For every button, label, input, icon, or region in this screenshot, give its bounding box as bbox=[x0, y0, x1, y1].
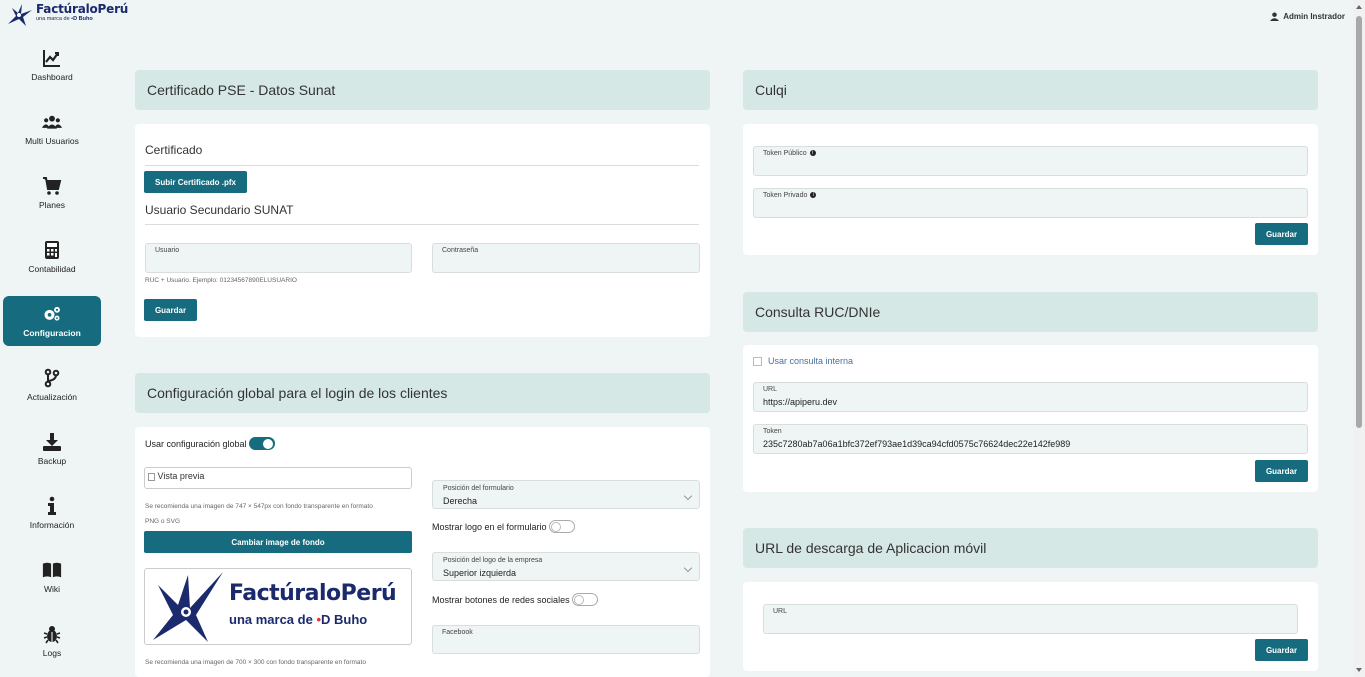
top-bar: FactúraloPerú una marca de •D Buho Admin… bbox=[0, 0, 1353, 38]
private-token-field[interactable]: Token Privado i bbox=[753, 188, 1308, 218]
background-hint: Se recomienda una imagen de 747 × 547px … bbox=[145, 503, 373, 510]
download-icon bbox=[43, 433, 61, 451]
culqi-panel-title: Culqi bbox=[743, 70, 1318, 110]
usuario-secundario-title: Usuario Secundario SUNAT bbox=[145, 203, 294, 217]
consulta-url-field[interactable]: URL https://apiperu.dev bbox=[753, 382, 1308, 412]
usuario-hint: RUC + Usuario. Ejemplo: 01234567890ELUSU… bbox=[145, 277, 297, 284]
mobile-url-field[interactable]: URL bbox=[763, 604, 1298, 634]
hummingbird-logo-icon bbox=[153, 572, 223, 642]
usuario-field[interactable]: Usuario bbox=[145, 243, 412, 273]
chevron-down-icon bbox=[683, 563, 693, 573]
chevron-down-icon bbox=[683, 491, 693, 501]
mobile-save-button[interactable]: Guardar bbox=[1255, 639, 1308, 661]
sidebar-item-actualizacion[interactable]: Actualización bbox=[3, 360, 101, 410]
sidebar-item-multi-usuarios[interactable]: Multi Usuarios bbox=[3, 104, 101, 154]
certificado-section-title: Certificado bbox=[145, 143, 203, 157]
scroll-up-arrow-icon[interactable] bbox=[1356, 5, 1362, 9]
sidebar-item-backup[interactable]: Backup bbox=[3, 424, 101, 474]
sidebar-item-informacion[interactable]: Información bbox=[3, 488, 101, 538]
contrasena-field[interactable]: Contraseña bbox=[432, 243, 700, 273]
logo-tagline: una marca de •D Buho bbox=[229, 612, 368, 627]
show-social-row: Mostrar botones de redes sociales bbox=[432, 593, 598, 606]
use-global-row: Usar configuración global bbox=[145, 437, 275, 450]
use-global-toggle[interactable] bbox=[248, 437, 275, 450]
facebook-field[interactable]: Facebook bbox=[432, 625, 700, 654]
pse-card: Certificado Subir Certificado .pfx Usuar… bbox=[135, 124, 710, 337]
background-preview: Vista previa bbox=[144, 467, 412, 489]
sidebar-item-planes[interactable]: Planes bbox=[3, 168, 101, 218]
logo-hint: Se recomienda una imagen de 700 × 300 co… bbox=[145, 659, 366, 666]
sidebar-item-logs[interactable]: Logs bbox=[3, 616, 101, 666]
brand-name: FactúraloPerú bbox=[36, 2, 129, 16]
scrollbar-thumb[interactable] bbox=[1356, 16, 1362, 428]
mobile-panel-title: URL de descarga de Aplicacion móvil bbox=[743, 528, 1318, 568]
user-name: Admin Instrador bbox=[1283, 12, 1345, 21]
brand-tagline: una marca de •D Buho bbox=[36, 16, 93, 22]
bug-icon bbox=[43, 626, 61, 644]
form-position-select[interactable]: Posición del formulario Derecha bbox=[432, 480, 700, 509]
chart-line-icon bbox=[43, 50, 60, 67]
info-circle-icon: i bbox=[810, 192, 817, 199]
upload-certificate-button[interactable]: Subir Certificado .pfx bbox=[144, 171, 247, 193]
sidebar-item-configuracion[interactable]: Configuracion bbox=[3, 296, 101, 346]
users-icon bbox=[42, 115, 62, 129]
user-menu[interactable]: Admin Instrador bbox=[1270, 12, 1345, 21]
show-social-toggle[interactable] bbox=[571, 593, 598, 606]
sidebar: Dashboard Multi Usuarios Planes Contabil… bbox=[0, 40, 104, 677]
sidebar-item-contabilidad[interactable]: Contabilidad bbox=[3, 232, 101, 282]
scroll-down-arrow-icon[interactable] bbox=[1356, 668, 1362, 672]
gears-icon bbox=[44, 306, 60, 321]
consulta-panel-title: Consulta RUC/DNIe bbox=[743, 292, 1318, 332]
background-hint-format: PNG o SVG bbox=[145, 518, 181, 525]
info-circle-icon: i bbox=[809, 150, 816, 157]
info-icon bbox=[48, 496, 56, 515]
public-token-field[interactable]: Token Público i bbox=[753, 146, 1308, 176]
login-panel-title: Configuración global para el login de lo… bbox=[135, 373, 710, 413]
sidebar-item-dashboard[interactable]: Dashboard bbox=[3, 40, 101, 90]
brand-logo[interactable]: FactúraloPerú una marca de •D Buho bbox=[6, 2, 128, 28]
page-scrollbar[interactable] bbox=[1353, 0, 1365, 677]
change-background-button[interactable]: Cambiar image de fondo bbox=[144, 531, 412, 553]
culqi-card: Token Público i Token Privado i Guardar bbox=[743, 124, 1318, 255]
show-logo-toggle[interactable] bbox=[548, 520, 575, 533]
book-icon bbox=[42, 562, 62, 578]
culqi-save-button[interactable]: Guardar bbox=[1255, 223, 1308, 245]
cart-icon bbox=[43, 177, 62, 195]
consulta-save-button[interactable]: Guardar bbox=[1255, 460, 1308, 482]
consulta-token-field[interactable]: Token 235c7280ab7a06a1bfc372ef793ae1d39c… bbox=[753, 424, 1308, 454]
sidebar-item-wiki[interactable]: Wiki bbox=[3, 552, 101, 602]
consulta-card: Usar consulta interna URL https://apiper… bbox=[743, 345, 1318, 492]
logo-position-select[interactable]: Posición del logo de la empresa Superior… bbox=[432, 552, 700, 581]
show-logo-row: Mostrar logo en el formulario bbox=[432, 520, 575, 533]
divider bbox=[145, 165, 699, 166]
pse-panel-title: Certificado PSE - Datos Sunat bbox=[135, 70, 710, 110]
divider bbox=[145, 224, 699, 225]
company-logo-preview: FactúraloPerú una marca de •D Buho bbox=[144, 568, 412, 645]
internal-query-checkbox[interactable] bbox=[753, 356, 762, 366]
hummingbird-logo-icon bbox=[8, 4, 32, 26]
broken-image-icon bbox=[148, 472, 155, 481]
mobile-card: URL Guardar bbox=[743, 582, 1318, 671]
user-icon bbox=[1270, 12, 1280, 21]
internal-query-row[interactable]: Usar consulta interna bbox=[753, 356, 853, 366]
pse-save-button[interactable]: Guardar bbox=[144, 299, 197, 321]
git-branch-icon bbox=[44, 368, 60, 388]
logo-name: FactúraloPerú bbox=[229, 581, 397, 606]
calculator-icon bbox=[45, 241, 59, 259]
login-card: Usar configuración global Vista previa S… bbox=[135, 427, 710, 677]
